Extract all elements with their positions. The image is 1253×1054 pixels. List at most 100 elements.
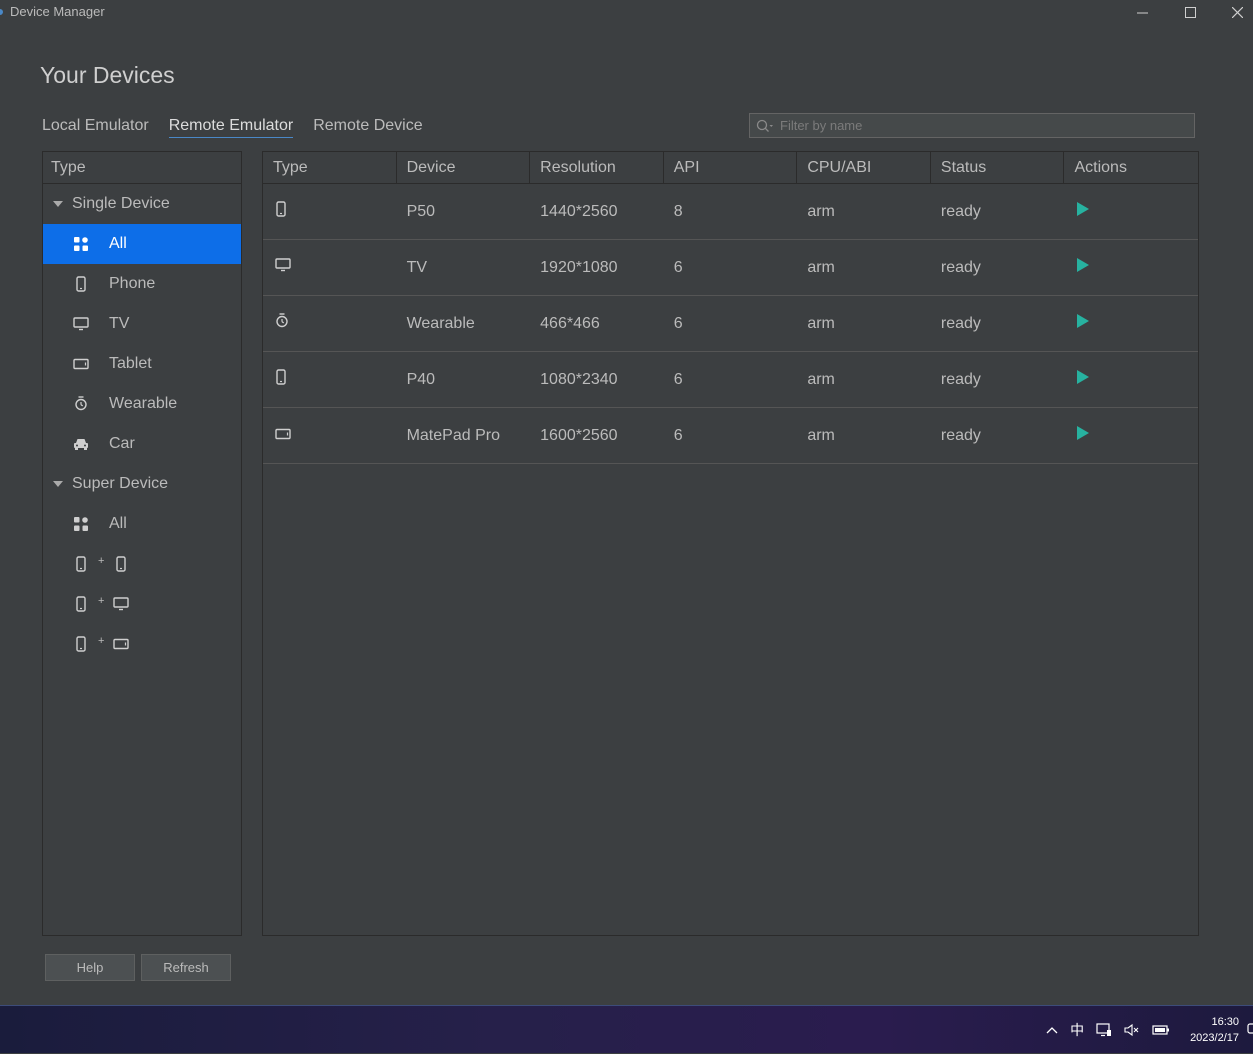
- system-tray: 中 16:30 2023/2/17: [1040, 1006, 1253, 1054]
- sidebar-item-label: Wearable: [109, 395, 178, 412]
- search-icon: [756, 119, 774, 133]
- phone-icon: [72, 635, 90, 653]
- maximize-button[interactable]: [1167, 0, 1213, 24]
- watch-icon: [275, 313, 289, 334]
- status: ready: [940, 314, 981, 332]
- caret-down-icon: [53, 201, 63, 207]
- plus-sign: +: [98, 555, 105, 567]
- tablet-icon: [112, 635, 130, 653]
- api-level: 6: [673, 258, 683, 276]
- tab-bar: Local Emulator Remote Emulator Remote De…: [42, 117, 423, 138]
- group-single-device[interactable]: Single Device: [43, 184, 241, 224]
- cpu-abi: arm: [807, 258, 835, 276]
- clock[interactable]: 16:30 2023/2/17: [1190, 1014, 1239, 1046]
- app-icon: [0, 9, 3, 15]
- column-header-device[interactable]: Device: [397, 152, 531, 183]
- close-icon: [1231, 6, 1243, 18]
- play-icon[interactable]: [1077, 370, 1090, 384]
- sidebar-item-label: Car: [109, 435, 135, 452]
- network-icon[interactable]: [1096, 1023, 1112, 1037]
- sidebar-item-car[interactable]: Car: [43, 424, 241, 464]
- play-icon[interactable]: [1077, 314, 1090, 328]
- tv-icon: [275, 258, 291, 277]
- search-input[interactable]: [780, 118, 1194, 133]
- tab-remote-device[interactable]: Remote Device: [313, 117, 422, 138]
- refresh-button[interactable]: Refresh: [141, 954, 231, 981]
- car-icon: [72, 435, 90, 453]
- taskbar: 中 16:30 2023/2/17: [0, 1005, 1253, 1053]
- tv-icon: [72, 315, 90, 333]
- table-row[interactable]: P40 1080*2340 6 arm ready: [263, 352, 1198, 408]
- cpu-abi: arm: [807, 202, 835, 220]
- sidebar-item-phone[interactable]: Phone: [43, 264, 241, 304]
- sidebar-item-wearable[interactable]: Wearable: [43, 384, 241, 424]
- device-name: TV: [406, 258, 428, 276]
- sidebar-item-tv[interactable]: TV: [43, 304, 241, 344]
- sidebar-item-phone-tv[interactable]: +: [43, 584, 241, 624]
- play-icon[interactable]: [1077, 426, 1090, 440]
- search-box: [749, 113, 1195, 138]
- api-level: 6: [673, 426, 683, 444]
- title-bar: Device Manager: [0, 0, 1253, 24]
- table-row[interactable]: P50 1440*2560 8 arm ready: [263, 184, 1198, 240]
- column-header-cpu-abi[interactable]: CPU/ABI: [797, 152, 931, 183]
- group-super-device[interactable]: Super Device: [43, 464, 241, 504]
- notification-icon[interactable]: [1247, 1022, 1253, 1039]
- resolution: 1440*2560: [540, 202, 618, 220]
- cpu-abi: arm: [807, 426, 835, 444]
- sidebar-item-tablet[interactable]: Tablet: [43, 344, 241, 384]
- caret-down-icon: [53, 481, 63, 487]
- column-header-actions[interactable]: Actions: [1064, 152, 1198, 183]
- device-name: Wearable: [406, 314, 475, 332]
- api-level: 8: [673, 202, 683, 220]
- sidebar-item-super-all[interactable]: All: [43, 504, 241, 544]
- sidebar-item-phone-tablet[interactable]: +: [43, 624, 241, 664]
- resolution: 466*466: [540, 314, 600, 332]
- status: ready: [940, 426, 981, 444]
- speaker-muted-icon[interactable]: [1124, 1023, 1140, 1037]
- group-label: Single Device: [72, 195, 170, 212]
- clock-time: 16:30: [1211, 1016, 1239, 1028]
- window-title: Device Manager: [10, 4, 105, 19]
- tv-icon: [112, 595, 130, 613]
- tablet-icon: [72, 355, 90, 373]
- resolution: 1920*1080: [540, 258, 618, 276]
- resolution: 1600*2560: [540, 426, 618, 444]
- minimize-button[interactable]: [1119, 0, 1165, 24]
- phone-icon: [72, 595, 90, 613]
- sidebar-item-label: TV: [109, 315, 130, 332]
- tablet-icon: [275, 427, 291, 445]
- play-icon[interactable]: [1077, 202, 1090, 216]
- phone-icon: [275, 369, 287, 390]
- grid-icon: [72, 515, 90, 533]
- ime-indicator[interactable]: 中: [1070, 1020, 1084, 1040]
- sidebar-item-all[interactable]: All: [43, 224, 241, 264]
- device-manager-window: Device Manager Your Devices Local Emulat…: [0, 0, 1253, 1005]
- plus-sign: +: [98, 635, 105, 647]
- device-name: P50: [406, 202, 436, 220]
- play-icon[interactable]: [1077, 258, 1090, 272]
- sidebar-item-label: All: [109, 235, 127, 252]
- tab-remote-emulator[interactable]: Remote Emulator: [168, 117, 294, 138]
- phone-icon: [275, 201, 287, 222]
- device-table: Type Device Resolution API CPU/ABI Statu…: [262, 151, 1199, 936]
- chevron-up-icon[interactable]: [1046, 1026, 1058, 1034]
- table-row[interactable]: Wearable 466*466 6 arm ready: [263, 296, 1198, 352]
- close-button[interactable]: [1214, 0, 1253, 24]
- cpu-abi: arm: [807, 370, 835, 388]
- minimize-icon: [1136, 12, 1148, 13]
- table-row[interactable]: MatePad Pro 1600*2560 6 arm ready: [263, 408, 1198, 464]
- table-row[interactable]: TV 1920*1080 6 arm ready: [263, 240, 1198, 296]
- api-level: 6: [673, 370, 683, 388]
- group-label: Super Device: [72, 475, 169, 492]
- column-header-type[interactable]: Type: [263, 152, 397, 183]
- column-header-resolution[interactable]: Resolution: [530, 152, 664, 183]
- column-header-api[interactable]: API: [664, 152, 798, 183]
- tab-local-emulator[interactable]: Local Emulator: [42, 117, 149, 138]
- phone-icon: [112, 555, 130, 573]
- sidebar-item-phone-phone[interactable]: +: [43, 544, 241, 584]
- help-button[interactable]: Help: [45, 954, 135, 981]
- column-header-status[interactable]: Status: [931, 152, 1065, 183]
- battery-icon[interactable]: [1152, 1024, 1170, 1036]
- sidebar-item-label: All: [109, 515, 127, 532]
